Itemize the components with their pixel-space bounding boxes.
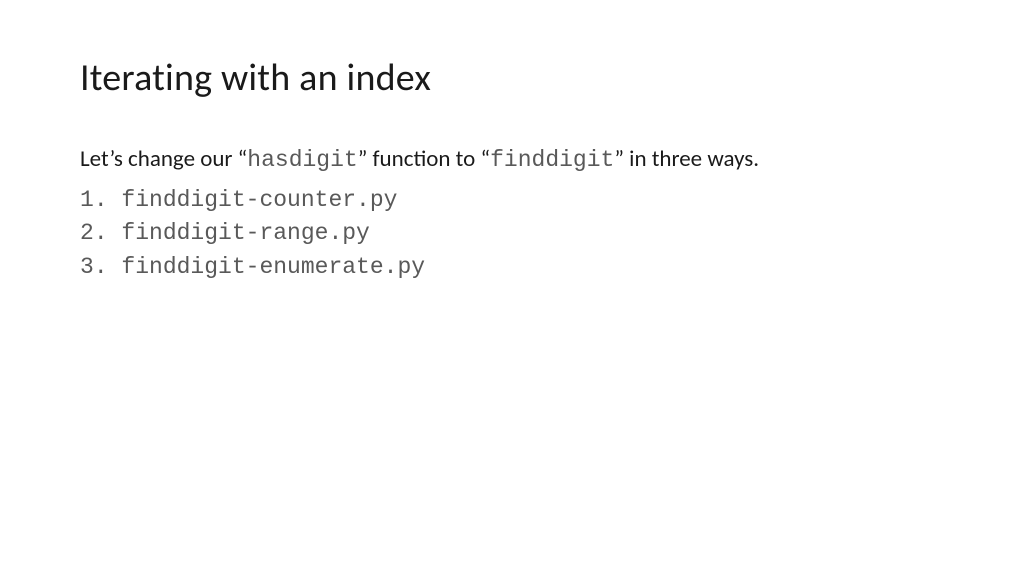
list-item: finddigit-enumerate.py (80, 251, 944, 284)
file-list: finddigit-counter.py finddigit-range.py … (80, 184, 944, 284)
intro-pre: Let’s change our “ (80, 145, 247, 173)
intro-mid: ” function to “ (358, 145, 490, 173)
list-item: finddigit-counter.py (80, 184, 944, 217)
intro-post: ” in three ways. (614, 145, 759, 173)
intro-paragraph: Let’s change our “hasdigit” function to … (80, 145, 944, 176)
code-finddigit: finddigit (490, 147, 614, 173)
list-item: finddigit-range.py (80, 217, 944, 250)
code-hasdigit: hasdigit (247, 147, 357, 173)
slide-title: Iterating with an index (80, 55, 944, 101)
